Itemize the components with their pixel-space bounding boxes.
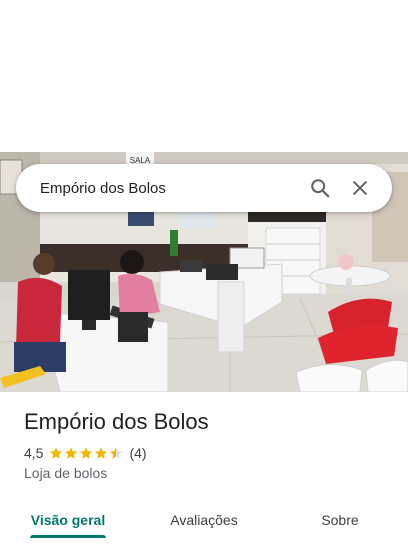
tab-reviews-label: Avaliações: [170, 512, 238, 528]
star-full-icon: [80, 447, 93, 459]
tab-overview-label: Visão geral: [30, 512, 106, 528]
place-name: Empório dos Bolos: [24, 409, 209, 434]
star-full-icon: [65, 447, 78, 459]
search-input[interactable]: Empório dos Bolos: [40, 180, 300, 197]
close-icon[interactable]: [340, 168, 380, 208]
search-bar[interactable]: Empório dos Bolos: [16, 164, 392, 212]
tab-reviews[interactable]: Avaliações: [136, 496, 272, 544]
rating-row[interactable]: 4,5 (4): [24, 443, 147, 463]
active-tab-indicator: [30, 535, 106, 538]
rating-value: 4,5: [24, 445, 44, 461]
tab-about-label: Sobre: [321, 512, 359, 528]
star-full-icon: [50, 447, 63, 459]
tab-about[interactable]: Sobre: [272, 496, 408, 544]
search-icon[interactable]: [300, 168, 340, 208]
place-category[interactable]: Loja de bolos: [24, 464, 107, 482]
review-count[interactable]: (4): [129, 445, 146, 461]
tab-overview[interactable]: Visão geral: [0, 496, 136, 544]
star-rating: [49, 446, 123, 460]
star-full-icon: [95, 447, 108, 459]
star-half-icon: [110, 447, 123, 459]
place-tabs: Visão geral Avaliações Sobre: [0, 496, 408, 544]
top-blank-area: [0, 0, 408, 152]
